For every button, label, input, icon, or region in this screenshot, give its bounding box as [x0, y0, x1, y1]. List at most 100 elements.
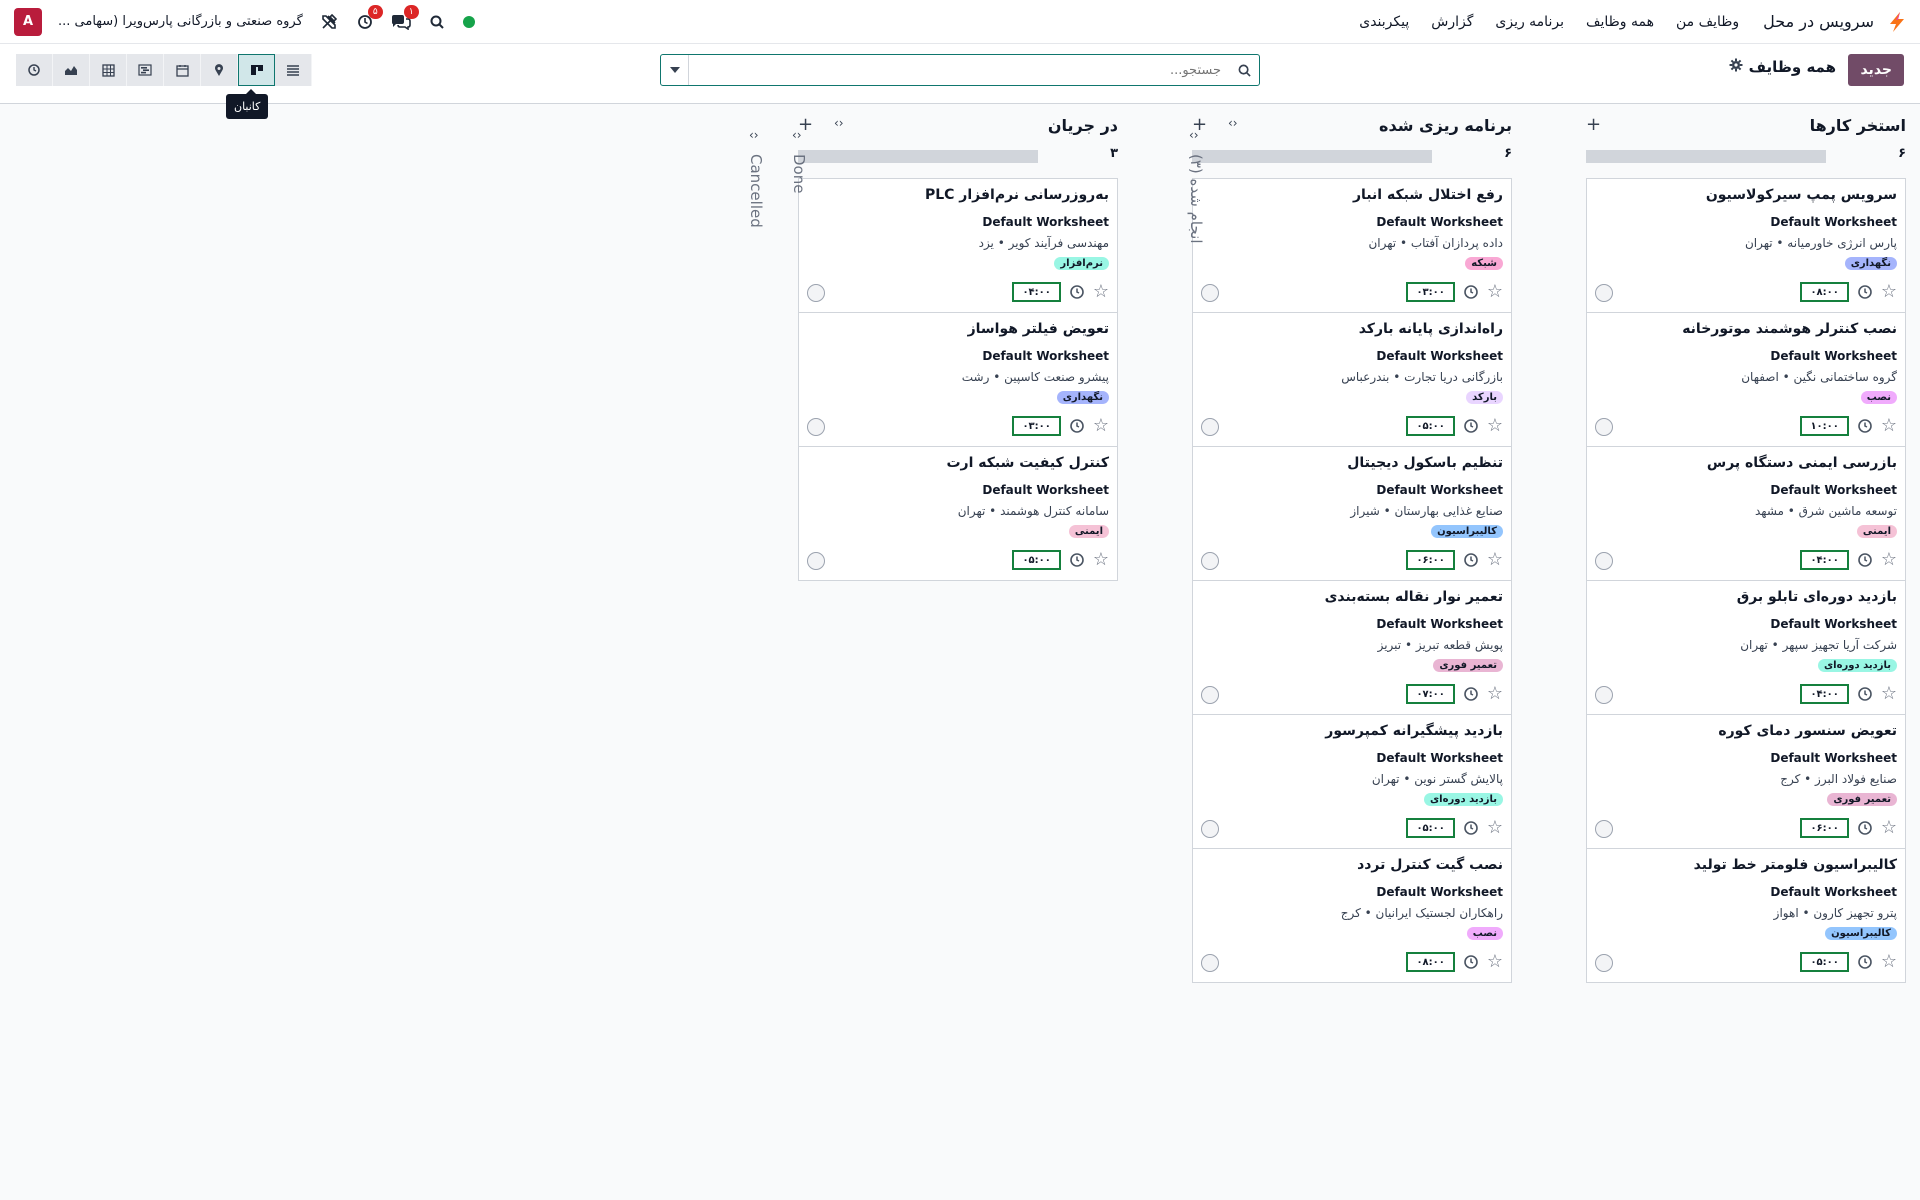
new-button[interactable]: جدید: [1848, 54, 1904, 86]
status-circle[interactable]: [807, 284, 825, 302]
expand-arrows-icon[interactable]: ‹›: [792, 128, 802, 142]
task-card[interactable]: کالیبراسیون فلومتر خط تولید Default Works…: [1586, 848, 1906, 983]
activity-clock-icon[interactable]: [1463, 552, 1479, 568]
priority-star-icon[interactable]: ☆: [1881, 819, 1897, 837]
priority-star-icon[interactable]: ☆: [1881, 283, 1897, 301]
task-card[interactable]: تعویض فیلتر هواساز Default Worksheet پیشرو…: [798, 312, 1118, 447]
priority-star-icon[interactable]: ☆: [1487, 283, 1503, 301]
app-logo-icon[interactable]: [1884, 9, 1910, 35]
task-card[interactable]: بازدید دوره‌ای تابلو برق Default Workshee…: [1586, 580, 1906, 715]
column-title[interactable]: در جریان: [1048, 116, 1118, 135]
task-card[interactable]: تنظیم باسکول دیجیتال Default Worksheet صنا…: [1192, 446, 1512, 581]
app-name[interactable]: سرویس در محل: [1763, 12, 1874, 31]
tools-icon[interactable]: [319, 12, 339, 32]
chat-icon[interactable]: ۱: [391, 4, 419, 32]
activity-clock-icon[interactable]: [1857, 284, 1873, 300]
task-card[interactable]: به‌روزرسانی نرم‌افزار PLC Default Workshe…: [798, 178, 1118, 313]
status-circle[interactable]: [1595, 954, 1613, 972]
menu-all-tasks[interactable]: همه وظایف: [1586, 14, 1654, 30]
status-circle[interactable]: [1201, 418, 1219, 436]
priority-star-icon[interactable]: ☆: [1093, 417, 1109, 435]
gear-icon[interactable]: [1729, 58, 1743, 76]
status-circle[interactable]: [1201, 954, 1219, 972]
activity-clock-icon[interactable]: [1857, 552, 1873, 568]
status-circle[interactable]: [1201, 552, 1219, 570]
priority-star-icon[interactable]: ☆: [1487, 819, 1503, 837]
activity-clock-icon[interactable]: [1069, 418, 1085, 434]
expand-arrows-icon[interactable]: ‹›: [1189, 128, 1199, 142]
search-icon[interactable]: [427, 12, 447, 32]
column-progress-bar[interactable]: [798, 150, 1038, 163]
status-circle[interactable]: [1595, 418, 1613, 436]
status-circle[interactable]: [1201, 820, 1219, 838]
activity-clock-icon[interactable]: [1069, 552, 1085, 568]
status-circle[interactable]: [807, 418, 825, 436]
add-card-icon[interactable]: +: [1586, 114, 1601, 135]
activity-clock-icon[interactable]: [1463, 284, 1479, 300]
activity-clock-icon[interactable]: [1857, 954, 1873, 970]
calendar-view-button[interactable]: [164, 54, 201, 86]
task-card[interactable]: بازرسی ایمنی دستگاه پرس Default Worksheet…: [1586, 446, 1906, 581]
task-card[interactable]: تعمیر نوار نقاله بسته‌بندی Default Worksh…: [1192, 580, 1512, 715]
company-switcher[interactable]: گروه صنعتی و بازرگانی پارس‌ویرا (سهامی .…: [58, 14, 303, 29]
search-button[interactable]: [1229, 55, 1259, 85]
status-circle[interactable]: [1595, 552, 1613, 570]
status-circle[interactable]: [1595, 284, 1613, 302]
activity-clock-icon[interactable]: [1069, 284, 1085, 300]
status-circle[interactable]: [807, 552, 825, 570]
expand-arrows-icon[interactable]: ‹›: [749, 128, 759, 142]
task-card[interactable]: کنترل کیفیت شبکه ارت Default Worksheet سام…: [798, 446, 1118, 581]
priority-star-icon[interactable]: ☆: [1487, 953, 1503, 971]
priority-star-icon[interactable]: ☆: [1487, 551, 1503, 569]
activity-view-button[interactable]: [16, 54, 53, 86]
activity-clock-icon[interactable]: [1857, 820, 1873, 836]
status-circle[interactable]: [1201, 686, 1219, 704]
priority-star-icon[interactable]: ☆: [1881, 685, 1897, 703]
priority-star-icon[interactable]: ☆: [1487, 685, 1503, 703]
activity-clock-icon[interactable]: ۵: [355, 4, 383, 32]
activity-clock-icon[interactable]: [1463, 418, 1479, 434]
column-title[interactable]: برنامه ریزی شده: [1379, 116, 1512, 135]
gantt-view-button[interactable]: [127, 54, 164, 86]
search-input[interactable]: [689, 55, 1229, 85]
graph-view-button[interactable]: [53, 54, 90, 86]
list-view-button[interactable]: [275, 54, 312, 86]
control-panel: جدید همه وظایف: [0, 44, 1920, 104]
fold-column-icon[interactable]: ‹›: [834, 116, 844, 130]
card-customer: پارس انرژی خاورمیانه • تهران: [1744, 236, 1897, 250]
column-title[interactable]: استخر کارها: [1810, 116, 1906, 135]
activity-clock-icon[interactable]: [1463, 686, 1479, 702]
priority-star-icon[interactable]: ☆: [1093, 283, 1109, 301]
priority-star-icon[interactable]: ☆: [1881, 551, 1897, 569]
menu-configuration[interactable]: پیکربندی: [1359, 14, 1409, 30]
menu-planning[interactable]: برنامه ریزی: [1495, 14, 1564, 30]
task-card[interactable]: بازدید پیشگیرانه کمپرسور Default Workshee…: [1192, 714, 1512, 849]
status-circle[interactable]: [1201, 284, 1219, 302]
task-card[interactable]: نصب کنترلر هوشمند موتورخانه Default Works…: [1586, 312, 1906, 447]
activity-clock-icon[interactable]: [1463, 954, 1479, 970]
map-view-button[interactable]: [201, 54, 238, 86]
task-card[interactable]: سرویس پمپ سیرکولاسیون Default Worksheet پا…: [1586, 178, 1906, 313]
task-card[interactable]: نصب گیت کنترل تردد Default Worksheet راهکا…: [1192, 848, 1512, 983]
priority-star-icon[interactable]: ☆: [1881, 953, 1897, 971]
kanban-view-button[interactable]: [238, 54, 275, 86]
search-options-toggle[interactable]: [661, 55, 689, 85]
priority-star-icon[interactable]: ☆: [1093, 551, 1109, 569]
activity-clock-icon[interactable]: [1857, 418, 1873, 434]
column-progress-bar[interactable]: [1192, 150, 1432, 163]
priority-star-icon[interactable]: ☆: [1881, 417, 1897, 435]
menu-my-tasks[interactable]: وظایف من: [1676, 14, 1739, 30]
status-circle[interactable]: [1595, 820, 1613, 838]
task-card[interactable]: راه‌اندازی پایانه بارکد Default Worksheet…: [1192, 312, 1512, 447]
task-card[interactable]: رفع اختلال شبکه انبار Default Worksheet دا…: [1192, 178, 1512, 313]
fold-column-icon[interactable]: ‹›: [1228, 116, 1238, 130]
menu-reporting[interactable]: گزارش: [1431, 14, 1473, 30]
activity-clock-icon[interactable]: [1463, 820, 1479, 836]
user-avatar[interactable]: A: [14, 7, 42, 36]
pivot-view-button[interactable]: [90, 54, 127, 86]
activity-clock-icon[interactable]: [1857, 686, 1873, 702]
priority-star-icon[interactable]: ☆: [1487, 417, 1503, 435]
task-card[interactable]: تعویض سنسور دمای کوره Default Worksheet صن…: [1586, 714, 1906, 849]
column-progress-bar[interactable]: [1586, 150, 1826, 163]
status-circle[interactable]: [1595, 686, 1613, 704]
